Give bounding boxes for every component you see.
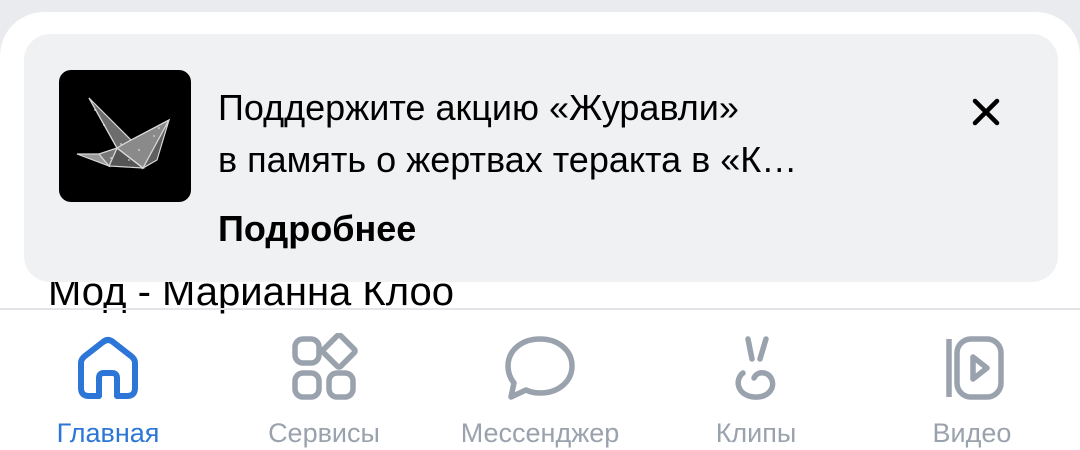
tab-clips[interactable]: Клипы <box>648 310 864 450</box>
app-sheet: Мод - Марианна Клоо Поддержите акцию «Жу… <box>0 12 1080 450</box>
clips-icon <box>735 336 776 400</box>
services-icon <box>292 333 358 400</box>
video-icon <box>946 336 1004 400</box>
tab-label: Сервисы <box>268 418 380 448</box>
promo-banner[interactable]: Поддержите акцию «Журавли» в память о же… <box>24 34 1058 282</box>
tab-messenger[interactable]: Мессенджер <box>432 310 648 450</box>
tab-home[interactable]: Главная <box>0 310 216 450</box>
tab-label: Видео <box>932 418 1012 448</box>
tab-label: Главная <box>56 418 160 448</box>
banner-title-line2: в память о жертвах теракта в «К… <box>218 139 798 180</box>
messenger-icon <box>505 336 575 400</box>
origami-crane-icon <box>59 70 191 202</box>
tab-video[interactable]: Видео <box>864 310 1080 450</box>
bottom-tab-bar: Главная Сервисы Мессенджер Клипы Видео <box>0 310 1080 450</box>
banner-title-line1: Поддержите акцию «Журавли» <box>218 87 739 128</box>
home-icon <box>78 337 138 399</box>
tab-label: Мессенджер <box>460 418 620 448</box>
banner-title: Поддержите акцию «Журавли» в память о же… <box>218 82 938 186</box>
close-button[interactable] <box>960 86 1012 138</box>
close-icon <box>972 98 1000 126</box>
tab-label: Клипы <box>715 418 797 448</box>
banner-more-link[interactable]: Подробнее <box>218 208 416 250</box>
tab-services[interactable]: Сервисы <box>216 310 432 450</box>
